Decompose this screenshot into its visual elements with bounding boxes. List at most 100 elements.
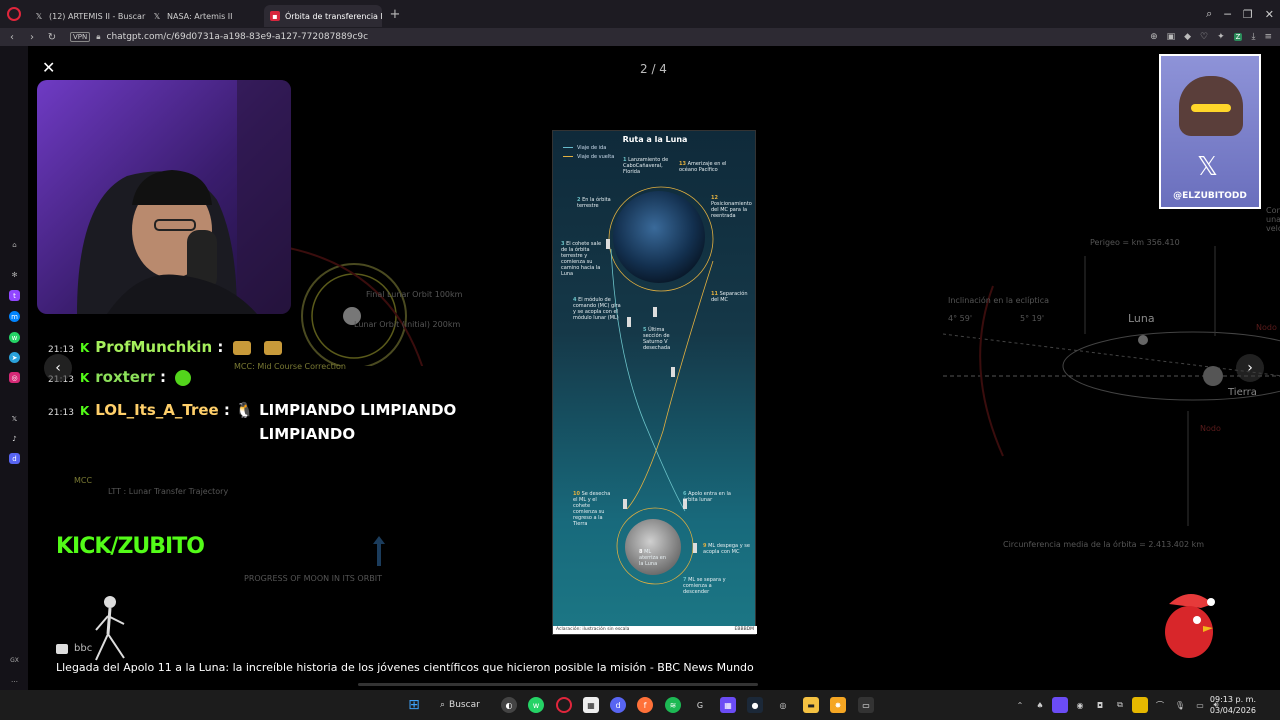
snapshot-icon[interactable]: ▣	[1167, 32, 1176, 42]
extensions-icon[interactable]: ✦	[1217, 32, 1225, 42]
more-icon[interactable]: …	[9, 674, 20, 685]
tab-artemis-search[interactable]: 𝕏 (12) ARTEMIS II - Buscar	[28, 5, 146, 27]
red-bird-gif	[1165, 594, 1215, 658]
discord-icon[interactable]: d	[9, 453, 20, 464]
back-icon[interactable]: ‹	[4, 32, 20, 43]
store-icon[interactable]: ▦	[583, 697, 599, 713]
image-counter: 2 / 4	[640, 62, 667, 76]
streamer-webcam	[37, 80, 291, 314]
note-13: 13 Amerizaje en el océano Pacífico	[679, 161, 727, 173]
x-badge: 𝕏 @ELZUBITODD	[1159, 54, 1261, 209]
zoom-icon[interactable]: ⊕	[1150, 32, 1158, 42]
tray-app-icon[interactable]	[1052, 697, 1068, 713]
task-view-icon[interactable]: ◐	[501, 697, 517, 713]
instagram-icon[interactable]: ◎	[9, 372, 20, 383]
node-label-1: Nodo	[1256, 323, 1277, 332]
opera-logo-icon[interactable]	[0, 0, 28, 28]
firefox-icon[interactable]: f	[637, 697, 653, 713]
telegram-icon[interactable]: ➤	[9, 352, 20, 363]
windows-start-icon[interactable]: ⊞	[406, 697, 422, 713]
route-to-moon-infographic: Ruta a la Luna Viaje de ida Viaje de vue…	[552, 130, 757, 635]
url-field[interactable]: chatgpt.com/c/69d0731a-a198-83e9-a127-77…	[107, 32, 369, 42]
menu-icon[interactable]: ≡	[1264, 32, 1272, 42]
chatgpt-icon[interactable]: ✻	[9, 269, 20, 280]
clock-date: 03/04/2026	[1209, 706, 1256, 715]
lunar-orbit-diagram	[278, 245, 424, 366]
caption-source: bbc	[56, 643, 92, 654]
note-12: 12 Posicionamiento del MC para la reentr…	[711, 195, 752, 219]
epic-icon[interactable]: G	[692, 697, 708, 713]
maximize-icon[interactable]: ❐	[1243, 8, 1253, 21]
search-icon[interactable]: ⌕	[1206, 7, 1212, 21]
infographic-footer: Aclaración: ilustración sin escala EBBBD…	[553, 626, 757, 634]
extension-z-icon[interactable]: Z	[1233, 33, 1243, 41]
tray-chevron-icon[interactable]: ⌃	[1012, 697, 1028, 713]
tiktok-icon[interactable]: ♪	[9, 433, 20, 444]
steam-icon[interactable]: ●	[747, 697, 763, 713]
forward-icon[interactable]: ›	[24, 32, 40, 43]
shield-icon[interactable]: ◆	[1184, 32, 1191, 42]
image-caption[interactable]: Llegada del Apolo 11 a la Luna: la incre…	[56, 661, 754, 674]
search-icon: ⌕	[440, 700, 446, 710]
emote-icon	[232, 340, 251, 355]
download-icon[interactable]: ⤓	[1251, 32, 1255, 42]
emote-icon	[263, 340, 282, 355]
window-controls: ⌕ ─ ❐ ✕	[1206, 0, 1274, 28]
opera-gx-icon[interactable]	[556, 697, 572, 713]
circumference-label: Circunferencia media de la órbita = 2.41…	[1003, 540, 1205, 549]
x-logo-icon[interactable]: 𝕏	[9, 413, 20, 424]
tray-app-icon[interactable]: ♠	[1032, 697, 1048, 713]
settings-app-icon[interactable]: ✸	[830, 697, 846, 713]
tab-orbita[interactable]: ▪ Órbita de transferencia lu	[264, 5, 382, 27]
ltt-label: LTT : Lunar Transfer Trajectory	[108, 487, 229, 496]
close-icon[interactable]: ✕	[1265, 8, 1274, 21]
thumbnail-scrollbar[interactable]	[358, 683, 758, 686]
gx-icon[interactable]: GX	[9, 655, 20, 666]
minimize-icon[interactable]: ─	[1224, 8, 1231, 21]
address-bar: ‹ › ↻ VPN 🔒︎ chatgpt.com/c/69d0731a-a198…	[0, 28, 1280, 46]
obs-icon[interactable]: ◎	[775, 697, 791, 713]
tray-app-icon[interactable]: ⌒	[1152, 697, 1168, 713]
home-icon[interactable]: ⌂	[9, 239, 20, 250]
close-icon[interactable]: ✕	[42, 58, 55, 77]
tab-nasa-artemis[interactable]: 𝕏 NASA: Artemis II	[146, 5, 264, 27]
discord-icon[interactable]: d	[610, 697, 626, 713]
progress-label: PROGRESS OF MOON IN ITS ORBIT	[244, 574, 382, 583]
twitch-icon[interactable]: t	[9, 290, 20, 301]
tray-discord-icon[interactable]: ◘	[1092, 697, 1108, 713]
taskbar-clock[interactable]: 09:13 p. m. 03/04/2026	[1210, 694, 1256, 716]
tray-app-icon[interactable]: ◉	[1072, 697, 1088, 713]
x-logo-icon: 𝕏	[35, 11, 43, 21]
x-badge-handle: @ELZUBITODD	[1173, 191, 1247, 201]
spotify-icon[interactable]: ≋	[665, 697, 681, 713]
heart-icon[interactable]: ♡	[1200, 32, 1208, 42]
note-7: 7 ML se separa y comienza a descender	[683, 577, 726, 595]
note-11: 11 Separación del MC	[711, 291, 748, 303]
penguin-emote-icon: 🐧	[235, 401, 254, 419]
x-logo-icon: 𝕏	[153, 11, 161, 21]
final-orbit-label: Final Lunar Orbit 100km	[366, 290, 463, 299]
browser-tab-bar: 𝕏 (12) ARTEMIS II - Buscar 𝕏 NASA: Artem…	[0, 0, 1280, 28]
reload-icon[interactable]: ↻	[44, 32, 60, 43]
new-tab-button[interactable]: +	[386, 5, 404, 23]
note-4: 4 El módulo de comando (MC) gira y se ac…	[573, 297, 621, 321]
tray-app-icon[interactable]	[1132, 697, 1148, 713]
initial-orbit-label: Lunar Orbit (initial) 200km	[354, 320, 461, 329]
messenger-icon[interactable]: m	[9, 311, 20, 322]
note-1: 1 Lanzamiento de CaboCañaveral, Florida	[623, 157, 669, 175]
tray-app-icon[interactable]: ⧉	[1112, 697, 1128, 713]
vpn-badge[interactable]: VPN	[70, 32, 91, 42]
kick-icon: K	[79, 341, 90, 355]
terminal-icon[interactable]: ▭	[858, 697, 874, 713]
whatsapp-icon[interactable]: w	[528, 697, 544, 713]
microphone-icon[interactable]: 🎙︎	[1172, 697, 1188, 713]
whatsapp-icon[interactable]: w	[9, 332, 20, 343]
taskbar-search[interactable]: ⌕ Buscar	[440, 697, 480, 713]
previous-image-button[interactable]: ‹	[44, 354, 72, 382]
network-icon[interactable]: ▭	[1192, 697, 1208, 713]
file-explorer-icon[interactable]: ▬	[803, 697, 819, 713]
next-image-button[interactable]: ›	[1236, 354, 1264, 382]
app-grid-icon[interactable]: ▦	[720, 697, 736, 713]
angle-1-label: 4° 59'	[948, 314, 973, 323]
chat-message: 21:13 K ProfMunchkin :	[48, 338, 282, 356]
